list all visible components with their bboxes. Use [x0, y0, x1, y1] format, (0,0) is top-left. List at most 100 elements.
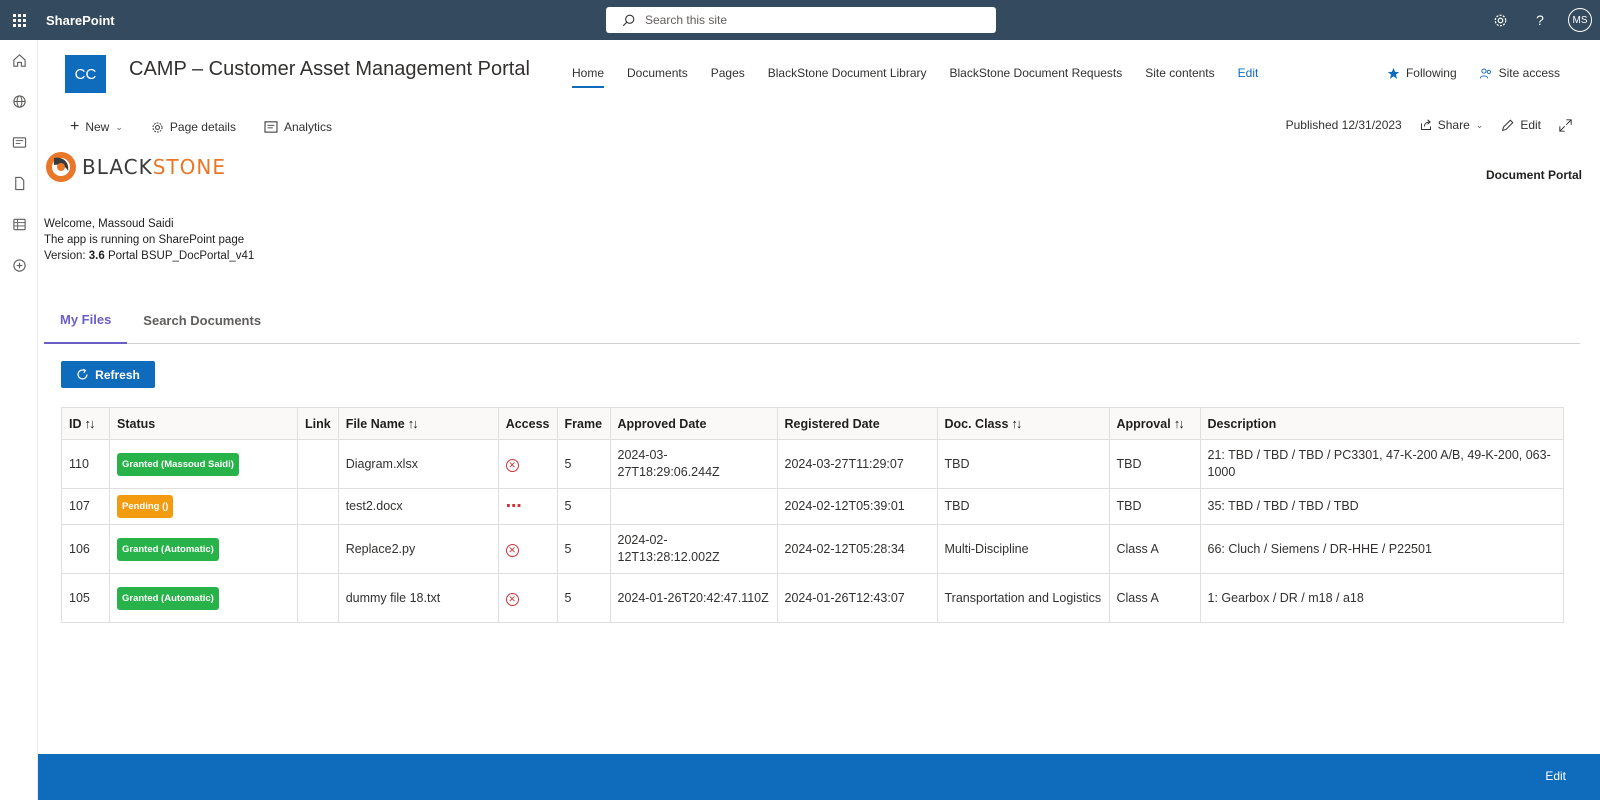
- portal-tabs: My Files Search Documents: [44, 296, 1580, 344]
- cell-doc-class: Multi-Discipline: [936, 524, 1110, 574]
- cell-approved-date: 2024-01-26T20:42:47.110Z: [609, 573, 778, 623]
- page-details-button[interactable]: Page details: [151, 120, 236, 134]
- access-denied-icon[interactable]: ✕: [505, 458, 519, 472]
- status-badge: Pending (): [117, 495, 174, 518]
- cell-description: 35: TBD / TBD / TBD / TBD: [1199, 488, 1564, 525]
- cell-link: [297, 439, 339, 489]
- star-icon: [1387, 67, 1400, 79]
- news-icon[interactable]: [0, 122, 38, 163]
- cell-frame: 5: [556, 439, 611, 489]
- logo-text-orange: STONE: [152, 155, 226, 179]
- welcome-block: Welcome, Massoud Saidi The app is runnin…: [44, 216, 254, 264]
- analytics-button[interactable]: Analytics: [264, 120, 332, 134]
- col-header-doc-class[interactable]: Doc. Class ↑↓: [936, 407, 1110, 440]
- cell-status: Granted (Massoud Saidi): [109, 439, 298, 489]
- col-header-approval[interactable]: Approval ↑↓: [1108, 407, 1201, 440]
- sort-icon[interactable]: ↑↓: [1174, 416, 1185, 431]
- col-header-file-name[interactable]: File Name ↑↓: [337, 407, 499, 440]
- nav-pages[interactable]: Pages: [711, 66, 745, 88]
- cell-approval: TBD: [1108, 488, 1201, 525]
- footer-edit-button[interactable]: Edit: [1545, 769, 1566, 783]
- cell-status: Pending (): [109, 488, 298, 525]
- expand-icon[interactable]: [1559, 118, 1572, 132]
- col-header-registered-date: Registered Date: [776, 407, 938, 440]
- cell-description: 1: Gearbox / DR / m18 / a18: [1199, 573, 1564, 623]
- pencil-icon: [1502, 119, 1514, 131]
- help-icon[interactable]: ?: [1520, 0, 1560, 40]
- col-header-link: Link: [297, 407, 339, 440]
- site-title[interactable]: CAMP – Customer Asset Management Portal: [129, 58, 530, 81]
- cell-approval: Class A: [1108, 524, 1201, 574]
- cell-file-name[interactable]: test2.docx: [337, 488, 499, 525]
- edit-page-button[interactable]: Edit: [1501, 118, 1541, 132]
- cell-registered-date: 2024-01-26T12:43:07: [776, 573, 938, 623]
- chevron-down-icon: ⌄: [1475, 119, 1484, 130]
- cell-file-name[interactable]: dummy file 18.txt: [337, 573, 499, 623]
- nav-blackstone-document-library[interactable]: BlackStone Document Library: [768, 66, 927, 88]
- cell-approval: Class A: [1108, 573, 1201, 623]
- sharepoint-brand[interactable]: SharePoint: [46, 13, 115, 28]
- sort-icon[interactable]: ↑↓: [408, 416, 419, 431]
- cell-access: ✕: [497, 524, 558, 574]
- blackstone-emblem-icon: [46, 152, 76, 182]
- new-button[interactable]: + New ⌄: [70, 118, 123, 136]
- share-button[interactable]: Share ⌄: [1420, 118, 1484, 132]
- gear-icon: [152, 121, 163, 133]
- lists-icon[interactable]: [0, 204, 38, 245]
- col-header-id[interactable]: ID ↑↓: [61, 407, 110, 440]
- chevron-down-icon: ⌄: [115, 121, 123, 132]
- following-label: Following: [1405, 66, 1457, 80]
- nav-edit-link[interactable]: Edit: [1238, 66, 1259, 88]
- cell-link: [297, 488, 339, 525]
- tab-my-files[interactable]: My Files: [44, 296, 128, 344]
- col-header-description: Description: [1199, 407, 1564, 440]
- app-launcher-icon[interactable]: [0, 0, 38, 40]
- analytics-label: Analytics: [283, 120, 332, 134]
- cell-file-name[interactable]: Diagram.xlsx: [337, 439, 499, 489]
- home-icon[interactable]: [0, 40, 38, 81]
- nav-blackstone-document-requests[interactable]: BlackStone Document Requests: [950, 66, 1123, 88]
- avatar[interactable]: MS: [1568, 8, 1592, 32]
- create-icon[interactable]: [0, 245, 38, 286]
- my-files-table: ID ↑↓ Status Link File Name ↑↓ Access Fram…: [61, 407, 1564, 623]
- cell-status: Granted (Automatic): [109, 524, 298, 574]
- sort-icon[interactable]: ↑↓: [1011, 416, 1022, 431]
- nav-documents[interactable]: Documents: [627, 66, 688, 88]
- refresh-button[interactable]: Refresh: [61, 361, 155, 388]
- site-access-button[interactable]: Site access: [1479, 66, 1560, 80]
- command-bar: + New ⌄ Page details Analytics: [70, 118, 332, 136]
- welcome-line: Welcome, Massoud Saidi: [44, 218, 174, 230]
- access-denied-icon[interactable]: ✕: [505, 592, 519, 606]
- plus-icon: +: [70, 118, 80, 135]
- edit-label: Edit: [1520, 118, 1541, 132]
- tab-search-documents[interactable]: Search Documents: [127, 296, 277, 344]
- sort-icon[interactable]: ↑↓: [85, 416, 96, 431]
- col-header-approved-date: Approved Date: [609, 407, 778, 440]
- col-header-status: Status: [109, 407, 298, 440]
- table-row[interactable]: 105 Granted (Automatic) dummy file 18.tx…: [61, 573, 1564, 623]
- access-denied-icon[interactable]: ✕: [505, 543, 519, 557]
- nav-site-contents[interactable]: Site contents: [1145, 66, 1214, 88]
- cell-doc-class: TBD: [936, 488, 1110, 525]
- settings-gear-icon[interactable]: [1480, 0, 1520, 40]
- site-logo[interactable]: CC: [65, 55, 106, 93]
- app-bar: [0, 40, 38, 800]
- new-label: New: [85, 120, 110, 134]
- search-icon: [622, 14, 635, 26]
- search-placeholder: Search this site: [645, 13, 728, 27]
- following-button[interactable]: Following: [1387, 66, 1457, 80]
- globe-icon[interactable]: [0, 81, 38, 122]
- cell-access: ✕: [497, 439, 558, 489]
- cell-approved-date: 2024-03-27T18:29:06.244Z: [609, 439, 778, 489]
- cell-file-name[interactable]: Replace2.py: [337, 524, 499, 574]
- table-row[interactable]: 110 Granted (Massoud Saidi) Diagram.xlsx…: [61, 439, 1564, 489]
- access-pending-icon[interactable]: ⋯: [506, 498, 523, 515]
- cell-description: 66: Cluch / Siemens / DR-HHE / P22501: [1199, 524, 1564, 574]
- cell-approved-date: [609, 488, 778, 525]
- file-icon[interactable]: [0, 163, 38, 204]
- logo-text-black: BLACK: [82, 155, 153, 179]
- nav-home[interactable]: Home: [572, 66, 605, 88]
- table-row[interactable]: 106 Granted (Automatic) Replace2.py ✕ 5 …: [61, 524, 1564, 574]
- table-row[interactable]: 107 Pending () test2.docx ⋯ 5 2024-02-12…: [61, 488, 1564, 525]
- search-input[interactable]: Search this site: [606, 7, 996, 33]
